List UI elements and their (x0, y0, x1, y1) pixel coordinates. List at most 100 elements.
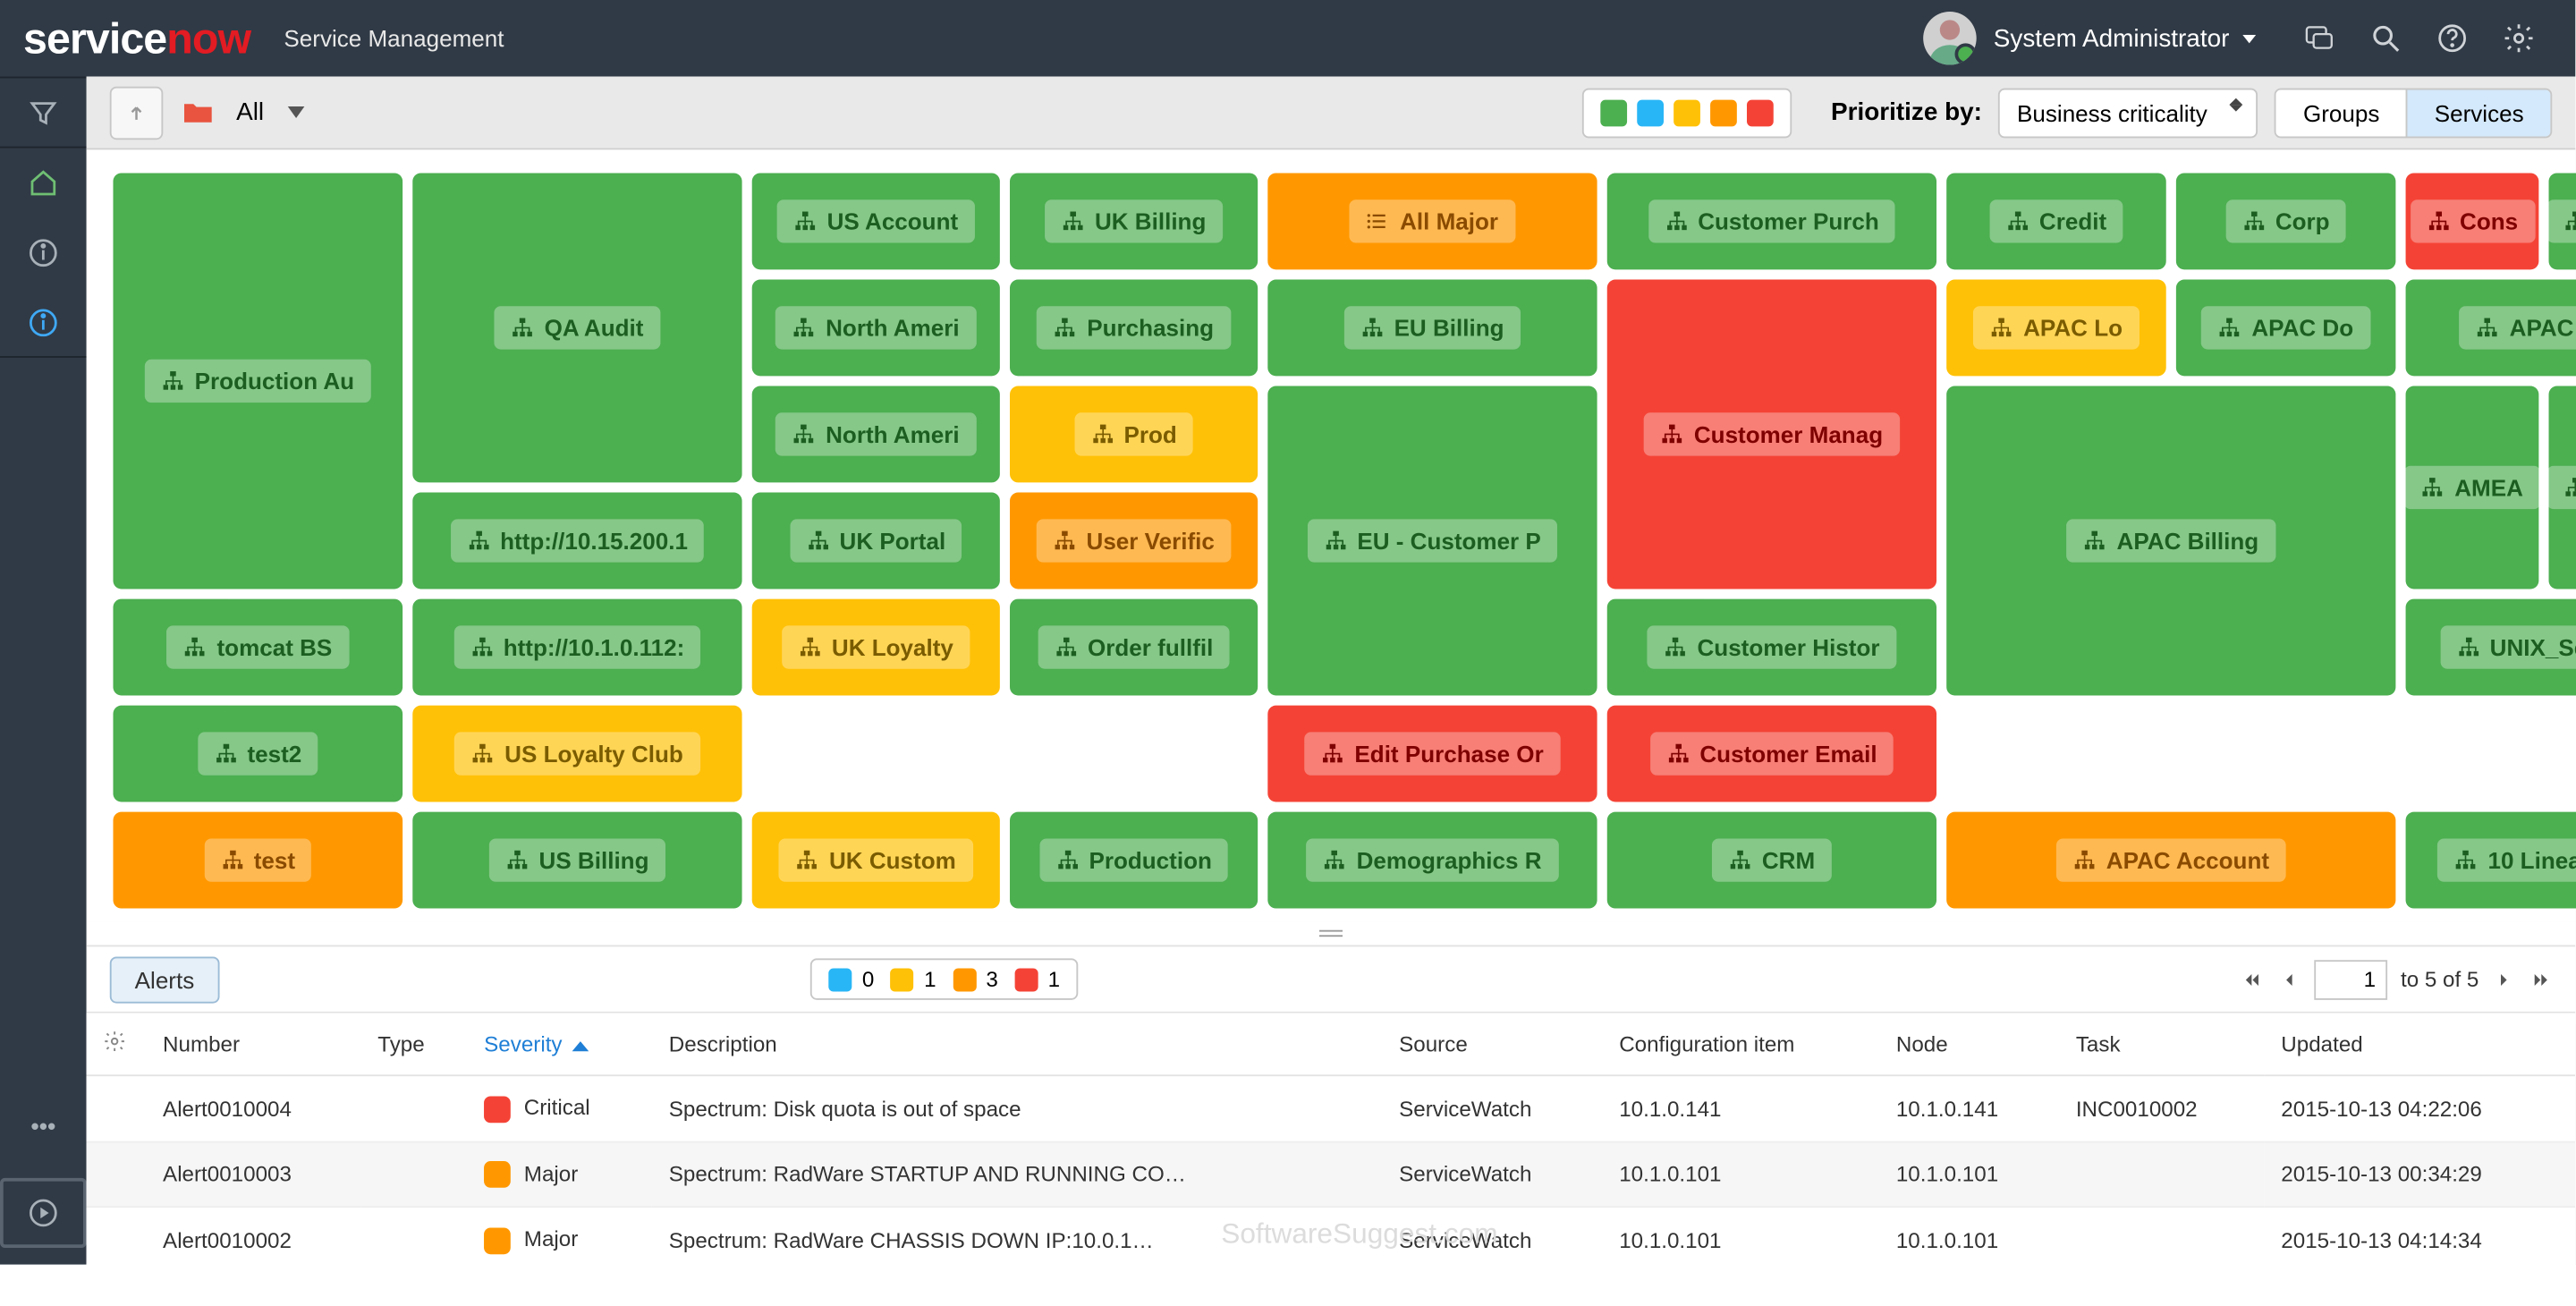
alerts-tab[interactable]: Alerts (110, 956, 219, 1003)
info-icon[interactable] (0, 218, 87, 288)
service-tile[interactable]: APAC Lo (1946, 279, 2166, 376)
service-tile[interactable]: UK Custom (752, 812, 1000, 909)
service-tile[interactable]: APAC Cu (2406, 279, 2576, 376)
legend-swatch[interactable] (1636, 99, 1663, 126)
service-tile[interactable]: Edit Purchase Or (1267, 706, 1597, 802)
service-tile[interactable]: CRM (1607, 812, 1936, 909)
count-value: 0 (862, 967, 874, 992)
pager: to 5 of 5 (2241, 959, 2552, 999)
service-tile[interactable]: AMEA (2549, 386, 2576, 589)
service-tile[interactable]: UNIX_Server (2406, 599, 2576, 696)
service-tile[interactable]: Purchasing (1010, 279, 1258, 376)
table-settings-icon[interactable] (87, 1013, 147, 1076)
column-header[interactable]: Description (652, 1013, 1382, 1076)
username[interactable]: System Administrator (1994, 24, 2230, 53)
column-header[interactable]: Source (1383, 1013, 1603, 1076)
service-tile[interactable]: User Verific (1010, 493, 1258, 589)
service-tile[interactable]: http://10.1.0.112: (412, 599, 741, 696)
prioritize-label: Prioritize by: (1831, 98, 1982, 127)
service-tile[interactable]: Order fullfil (1010, 599, 1258, 696)
service-tile[interactable]: 10 Linear Cis (2406, 812, 2576, 909)
service-tile[interactable]: Demographics R (1267, 812, 1597, 909)
service-tile[interactable]: tomcat BS (113, 599, 402, 696)
column-header[interactable]: Updated (2265, 1013, 2575, 1076)
service-tile[interactable]: Credit (1946, 173, 2166, 269)
services-toggle[interactable]: Services (2406, 89, 2550, 136)
user-menu-caret-icon[interactable] (2242, 34, 2256, 42)
next-page-icon[interactable] (2492, 968, 2515, 991)
logo: servicenow (23, 13, 250, 64)
legend-swatch[interactable] (1673, 99, 1699, 126)
count-value: 3 (986, 967, 997, 992)
count-swatch (953, 968, 976, 991)
breadcrumb-caret-icon[interactable] (287, 106, 304, 118)
alerts-table: NumberTypeSeverityDescriptionSourceConfi… (87, 1013, 2576, 1265)
table-row[interactable]: Alert0010002MajorSpectrum: RadWare CHASS… (87, 1208, 2576, 1265)
count-swatch (891, 968, 914, 991)
gear-icon[interactable] (2502, 21, 2535, 55)
service-tile[interactable]: test2 (113, 706, 402, 802)
column-header[interactable]: Task (2059, 1013, 2264, 1076)
play-icon[interactable] (0, 1178, 87, 1248)
info-active-icon[interactable] (0, 288, 87, 358)
service-tile[interactable]: APAC Do (2176, 279, 2396, 376)
table-row[interactable]: Alert0010004CriticalSpectrum: Disk quota… (87, 1075, 2576, 1141)
service-tile[interactable]: UK Loyalty (752, 599, 1000, 696)
service-tile[interactable]: APAC Account (1946, 812, 2395, 909)
prioritize-select[interactable]: Business criticality (1999, 88, 2258, 138)
groups-toggle[interactable]: Groups (2276, 89, 2406, 136)
service-tile[interactable]: US Billing (412, 812, 741, 909)
table-row[interactable]: Alert0010003MajorSpectrum: RadWare START… (87, 1141, 2576, 1208)
legend-swatch[interactable] (1746, 99, 1773, 126)
column-header[interactable]: Configuration item (1603, 1013, 1880, 1076)
service-tile[interactable]: Prod (1010, 386, 1258, 483)
pane-splitter[interactable] (87, 921, 2576, 945)
column-header[interactable]: Type (361, 1013, 468, 1076)
service-tile[interactable]: North Ameri (752, 279, 1000, 376)
more-icon[interactable] (0, 1091, 87, 1161)
service-tile[interactable]: QA Audit (412, 173, 741, 482)
column-header[interactable]: Number (147, 1013, 361, 1076)
folder-icon[interactable] (180, 94, 216, 131)
up-level-button[interactable] (110, 86, 164, 140)
legend-swatch[interactable] (1599, 99, 1626, 126)
filter-icon[interactable] (0, 78, 87, 148)
count-value: 1 (1048, 967, 1060, 992)
column-header[interactable]: Node (1879, 1013, 2059, 1076)
search-icon[interactable] (2369, 21, 2402, 55)
service-tile[interactable]: Corp (2176, 173, 2396, 269)
page-range: to 5 of 5 (2401, 967, 2479, 992)
service-tile[interactable]: Customer Manag (1607, 279, 1936, 589)
column-header[interactable]: Severity (468, 1013, 653, 1076)
service-tile[interactable]: All Major (1267, 173, 1597, 269)
service-tile[interactable]: US Account (752, 173, 1000, 269)
service-tile[interactable]: EU Billing (1267, 279, 1597, 376)
legend-swatch[interactable] (1709, 99, 1736, 126)
view-toggle: Groups Services (2275, 88, 2552, 138)
service-tile[interactable]: EU - Customer P (1267, 386, 1597, 696)
service-tile[interactable]: Customer Purch (1607, 173, 1936, 269)
service-tile[interactable]: North Ameri (752, 386, 1000, 483)
service-tile[interactable]: APAC Billing (1946, 386, 2395, 696)
last-page-icon[interactable] (2529, 968, 2552, 991)
service-tile[interactable]: Asia P (2549, 173, 2576, 269)
service-tile[interactable]: Customer Email (1607, 706, 1936, 802)
chat-icon[interactable] (2302, 21, 2335, 55)
first-page-icon[interactable] (2241, 968, 2264, 991)
prev-page-icon[interactable] (2277, 968, 2301, 991)
breadcrumb-all[interactable]: All (236, 98, 264, 127)
help-icon[interactable] (2436, 21, 2469, 55)
service-tile[interactable]: US Loyalty Club (412, 706, 741, 802)
service-tile[interactable]: test (113, 812, 402, 909)
service-tile[interactable]: Customer Histor (1607, 599, 1936, 696)
service-tile[interactable]: UK Billing (1010, 173, 1258, 269)
avatar[interactable] (1924, 12, 1978, 65)
service-tile[interactable]: http://10.15.200.1 (412, 493, 741, 589)
service-tile[interactable]: AMEA (2406, 386, 2539, 589)
home-icon[interactable] (0, 148, 87, 218)
service-tile[interactable]: Cons (2406, 173, 2539, 269)
page-input[interactable] (2314, 959, 2387, 999)
service-tile[interactable]: UK Portal (752, 493, 1000, 589)
service-tile[interactable]: Production Au (113, 173, 402, 589)
service-tile[interactable]: Production (1010, 812, 1258, 909)
